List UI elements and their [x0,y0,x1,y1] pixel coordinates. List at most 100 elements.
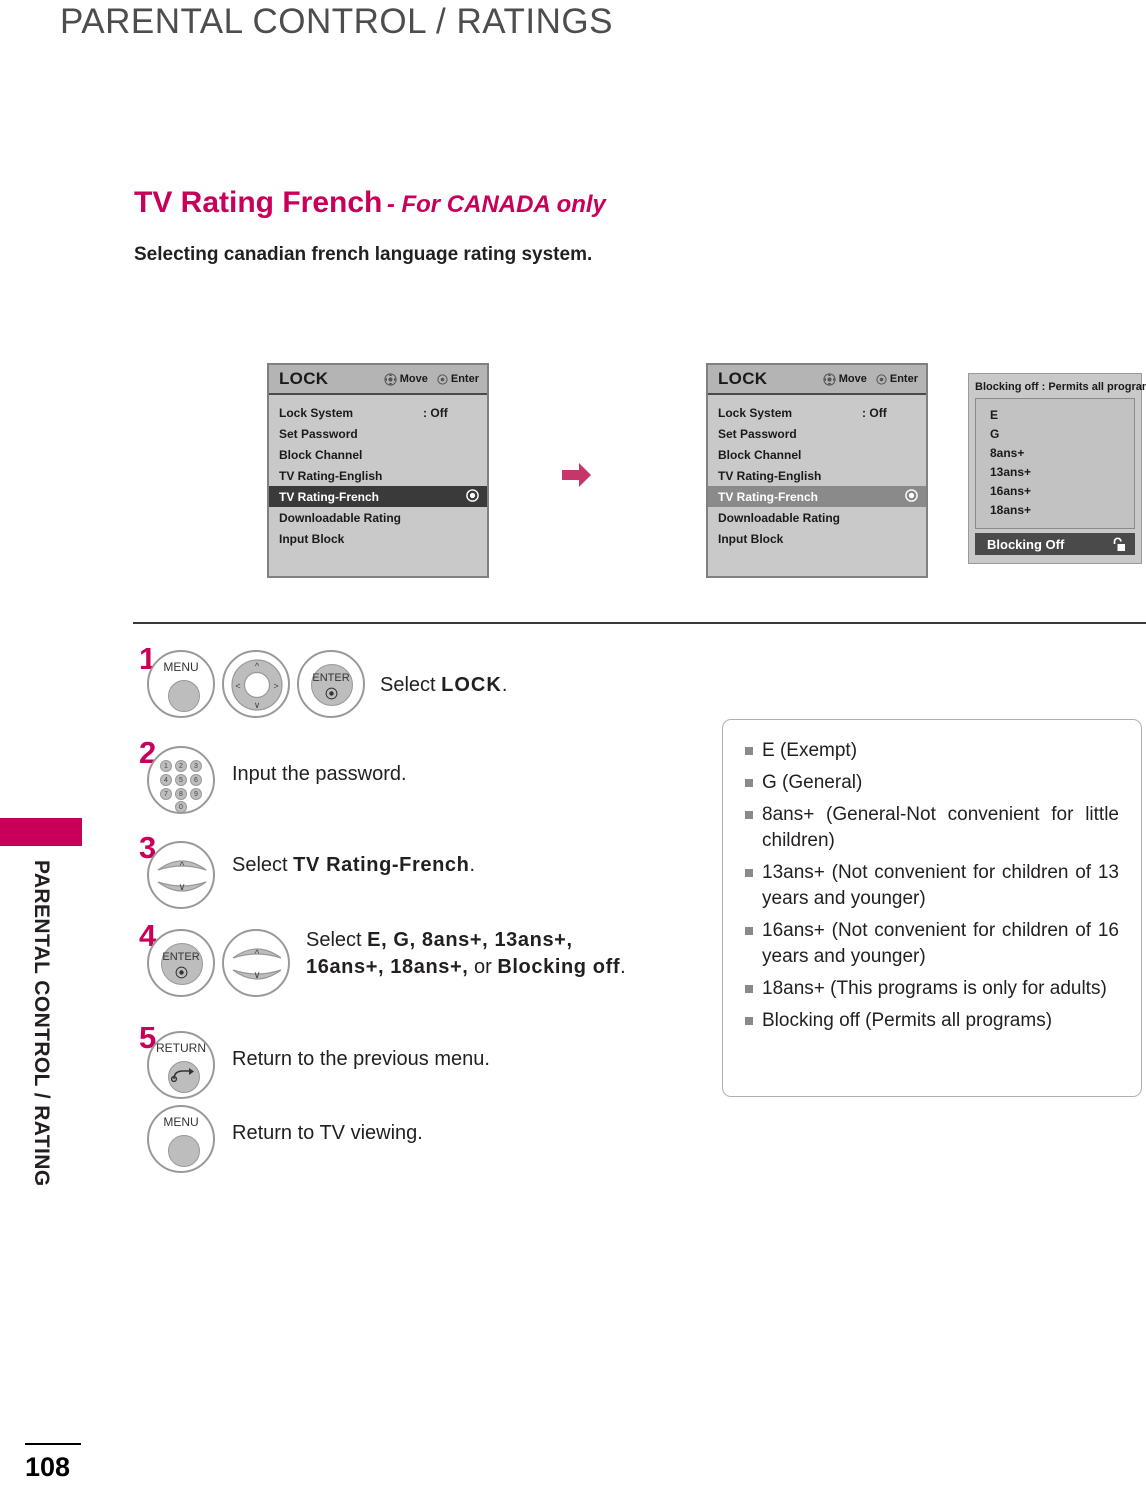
rating-blocking-off-row[interactable]: Blocking Off [975,533,1135,555]
updown-button-3[interactable]: ^ ∨ [147,841,215,909]
step-4-line1-target: E, G, 8ans+, 13ans+, [367,929,573,951]
osd-row-downloadable-rating-1[interactable]: Downloadable Rating [269,507,487,528]
keypad-key-2[interactable]: 2 [175,760,187,772]
osd-header-1: LOCK Move Enter [269,365,487,395]
osd-row-label: TV Rating-English [718,468,822,483]
sidebar-section-label: PARENTAL CONTROL / RATING [30,860,53,1187]
enter-circle-icon [437,373,448,385]
step-return-to-tv-text: Return to TV viewing. [232,1122,423,1144]
osd-row-lock-system-1[interactable]: Lock System : Off [269,402,487,423]
info-list-item: 8ans+ (General-Not convenient for little… [745,802,1119,854]
keypad-key-3[interactable]: 3 [190,760,202,772]
rating-item-13ans[interactable]: 13ans+ [976,463,1134,482]
menu-button-1[interactable]: MENU [147,650,215,718]
numeric-keypad-button[interactable]: 1 2 3 4 5 6 7 8 9 0 [147,746,215,814]
ratings-info-box: E (Exempt) G (General) 8ans+ (General-No… [722,719,1142,1097]
osd-row-input-block-1[interactable]: Input Block [269,528,487,549]
unlock-icon [1110,536,1127,553]
osd-row-block-channel-1[interactable]: Block Channel [269,444,487,465]
section-subtitle: Selecting canadian french language ratin… [134,244,593,265]
osd-row-label: Downloadable Rating [718,510,841,525]
osd-row-input-block-2[interactable]: Input Block [708,528,926,549]
osd-row-lock-system-2[interactable]: Lock System : Off [708,402,926,423]
footer-rule [25,1443,81,1445]
osd-title-1: LOCK [279,369,329,388]
bullet-square-icon [745,927,753,935]
step-4-line2-conj: or [468,956,498,978]
info-item-text: 8ans+ (General-Not convenient for little… [762,804,1119,851]
return-button[interactable]: RETURN [147,1031,215,1099]
menu-button-inner-2 [168,1135,200,1167]
keypad-key-4[interactable]: 4 [160,774,172,786]
step-1-text-target: LOCK [441,674,502,696]
info-list-item: 18ans+ (This programs is only for adults… [745,976,1119,1002]
content-divider [133,622,1146,624]
osd-hint-move-label-1: Move [399,373,428,385]
step-3-text-prefix: Select [232,854,294,876]
keypad-key-8[interactable]: 8 [175,788,187,800]
svg-text:∨: ∨ [178,882,185,893]
section-title-sub: - For CANADA only [386,191,606,218]
info-list-item: Blocking off (Permits all programs) [745,1008,1119,1034]
osd-row-value: : Off [423,405,448,420]
step-1-text-prefix: Select [380,674,442,696]
bullet-square-icon [745,869,753,877]
keypad-key-1[interactable]: 1 [160,760,172,772]
rating-blocking-off-label: Blocking Off [987,536,1065,552]
osd-row-tv-rating-english-2[interactable]: TV Rating-English [708,465,926,486]
svg-text:<: < [235,681,240,691]
step-2-text: Input the password. [232,763,407,785]
osd-row-enter-indicator [905,488,918,505]
osd-lock-panel-2: LOCK Move Enter Lock System: Off Set Pa… [706,363,928,578]
osd-row-tv-rating-french-2[interactable]: TV Rating-French [708,486,926,507]
bullet-square-icon [745,1017,753,1025]
osd-row-label: Block Channel [279,447,363,462]
bullet-square-icon [745,779,753,787]
osd-row-label: Set Password [718,426,797,441]
osd-row-downloadable-rating-2[interactable]: Downloadable Rating [708,507,926,528]
osd-row-tv-rating-french-1[interactable]: TV Rating-French [269,486,487,507]
osd-row-label: Block Channel [718,447,802,462]
info-item-text: G (General) [762,772,863,793]
rating-popup-header: Blocking off : Permits all programs [975,381,1146,393]
updown-button-4[interactable]: ^ ∨ [222,929,290,997]
rating-item-e[interactable]: E [976,406,1134,425]
rating-item-8ans[interactable]: 8ans+ [976,444,1134,463]
info-item-text: 13ans+ (Not convenient for children of 1… [762,862,1119,909]
step-5-text: Return to the previous menu. [232,1048,490,1070]
page-title: PARENTAL CONTROL / RATINGS [60,2,613,41]
rating-item-g[interactable]: G [976,425,1134,444]
keypad-key-7[interactable]: 7 [160,788,172,800]
osd-hint-enter-label-2: Enter [889,373,918,385]
return-button-label: RETURN [156,1041,206,1055]
osd-row-label: Set Password [279,426,358,441]
osd-row-label: Lock System [718,405,793,420]
enter-circle-icon [876,373,887,385]
keypad-key-6[interactable]: 6 [190,774,202,786]
rating-item-18ans[interactable]: 18ans+ [976,501,1134,520]
rating-item-16ans[interactable]: 16ans+ [976,482,1134,501]
info-list-item: E (Exempt) [745,738,1119,764]
keypad-key-5[interactable]: 5 [175,774,187,786]
enter-dot-icon [175,966,187,979]
osd-row-block-channel-2[interactable]: Block Channel [708,444,926,465]
step-4-line2-suffix: . [620,956,626,978]
osd-row-set-password-1[interactable]: Set Password [269,423,487,444]
step-4-line1-prefix: Select [306,929,368,951]
keypad-key-0[interactable]: 0 [175,801,187,813]
enter-button-4[interactable]: ENTER [147,929,215,997]
svg-text:>: > [273,681,278,691]
menu-button-2[interactable]: MENU [147,1105,215,1173]
enter-button-label-1: ENTER [312,672,350,684]
dpad-button-1[interactable]: ^ ∨ < > [222,650,290,718]
step-3-text-target: TV Rating-French [293,854,470,876]
bullet-square-icon [745,747,753,755]
osd-row-set-password-2[interactable]: Set Password [708,423,926,444]
osd-lock-panel-1: LOCK Move Enter Lock System: Off Set Pa… [267,363,489,578]
keypad-key-9[interactable]: 9 [190,788,202,800]
page-number: 108 [25,1452,71,1482]
osd-row-label: TV Rating-French [279,489,380,504]
step-4-text-line-1: Select E, G, 8ans+, 13ans+, [306,927,573,954]
osd-row-tv-rating-english-1[interactable]: TV Rating-English [269,465,487,486]
enter-button-1[interactable]: ENTER [297,650,365,718]
